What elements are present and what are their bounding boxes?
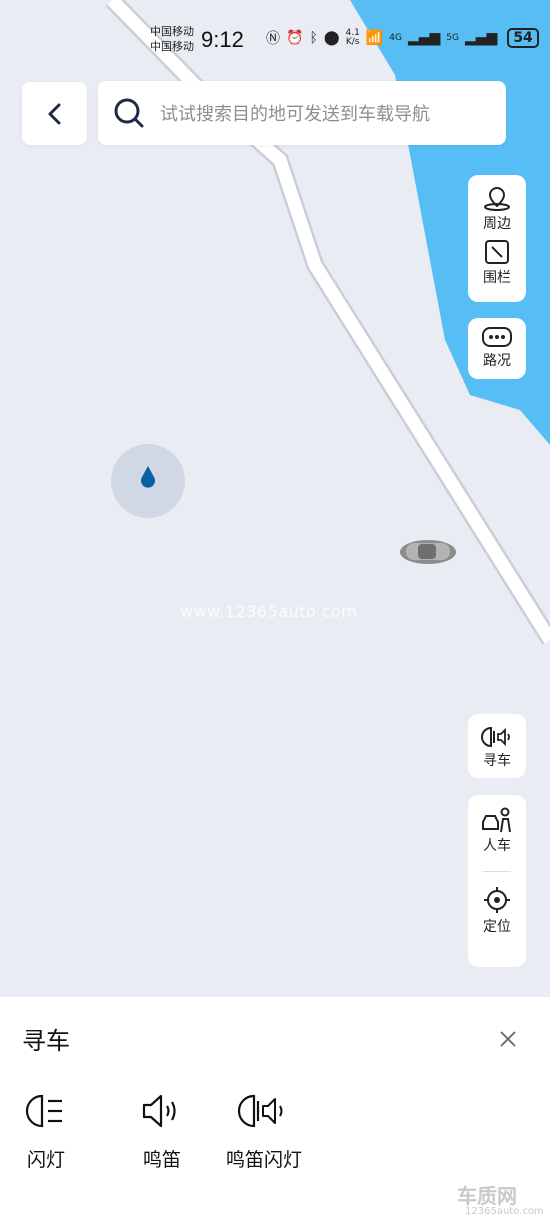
net-speed: 4.1 K/s bbox=[346, 29, 360, 47]
horn-flash-label: 鸣笛闪灯 bbox=[226, 1149, 303, 1171]
brand-site: 12365auto.com bbox=[465, 1206, 544, 1217]
close-icon bbox=[500, 1031, 516, 1047]
find-car-label: 寻车 bbox=[483, 753, 511, 769]
status-icons: Ⓝ ⏰ ᛒ ⬤ 4.1 K/s 📶 4G ▂▄▆ 5G ▂▄▆ 54 bbox=[266, 28, 539, 48]
carrier-2: 中国移动 bbox=[150, 40, 194, 53]
traffic-icon bbox=[482, 327, 512, 347]
search-bar[interactable]: 试试搜索目的地可发送到车载导航 bbox=[98, 81, 506, 145]
net-type-1: 4G bbox=[389, 33, 402, 43]
location-marker bbox=[111, 444, 185, 518]
panel-title: 寻车 bbox=[22, 1027, 70, 1055]
horn-flash-button[interactable]: 鸣笛闪灯 bbox=[226, 1093, 302, 1172]
status-bar: 中国移动 中国移动 9:12 Ⓝ ⏰ ᛒ ⬤ 4.1 K/s 📶 4G ▂▄▆ … bbox=[0, 0, 550, 80]
headlight-icon bbox=[25, 1094, 62, 1128]
clock: 9:12 bbox=[201, 27, 244, 52]
horn-icon bbox=[142, 1094, 176, 1128]
fence-button[interactable]: 围栏 bbox=[483, 239, 511, 287]
alarm-icon: ⏰ bbox=[286, 30, 304, 46]
pin-icon bbox=[484, 186, 510, 211]
divider bbox=[483, 871, 511, 872]
map-tools-card: 周边 围栏 bbox=[468, 175, 526, 302]
carrier-1: 中国移动 bbox=[150, 25, 194, 38]
person-car-icon bbox=[482, 807, 511, 833]
locate-tools-card: 人车 定位 bbox=[468, 795, 526, 967]
car-marker[interactable] bbox=[398, 533, 458, 571]
horn-flash-icon bbox=[481, 726, 510, 748]
brand-logo: 车质网 bbox=[457, 1184, 517, 1208]
traffic-label: 路况 bbox=[483, 353, 511, 369]
search-placeholder: 试试搜索目的地可发送到车载导航 bbox=[160, 104, 430, 125]
horn-label: 鸣笛 bbox=[142, 1149, 181, 1171]
horn-button[interactable]: 鸣笛 bbox=[140, 1093, 184, 1172]
fence-icon bbox=[485, 240, 509, 264]
nearby-label: 周边 bbox=[483, 216, 511, 232]
carrier-info: 中国移动 中国移动 bbox=[150, 24, 194, 54]
signal-icon-2: ▂▄▆ bbox=[465, 30, 498, 46]
location-icon: ⬤ bbox=[323, 30, 340, 46]
battery-indicator: 54 bbox=[507, 28, 539, 48]
signal-icon: ▂▄▆ bbox=[407, 30, 441, 46]
back-button[interactable] bbox=[22, 82, 87, 145]
bluetooth-icon: ᛒ bbox=[309, 30, 318, 46]
locate-button[interactable]: 定位 bbox=[483, 886, 511, 936]
horn-flash-icon bbox=[237, 1094, 283, 1128]
net-type-2: 5G bbox=[446, 33, 459, 43]
locate-label: 定位 bbox=[483, 919, 511, 935]
flash-lights-button[interactable]: 闪灯 bbox=[24, 1093, 68, 1172]
flash-lights-label: 闪灯 bbox=[26, 1149, 65, 1171]
person-car-button[interactable]: 人车 bbox=[481, 807, 513, 855]
search-icon bbox=[112, 96, 146, 130]
nfc-icon: Ⓝ bbox=[266, 31, 280, 47]
fence-label: 围栏 bbox=[483, 270, 511, 286]
back-arrow-icon bbox=[48, 103, 60, 124]
wifi-icon: 📶 bbox=[365, 30, 384, 46]
crosshair-icon bbox=[484, 887, 510, 913]
person-car-label: 人车 bbox=[483, 838, 511, 854]
close-button[interactable] bbox=[497, 1028, 519, 1050]
watermark: www.12365auto.com bbox=[180, 602, 358, 621]
net-speed-unit: K/s bbox=[345, 37, 360, 47]
find-car-button[interactable]: 寻车 bbox=[468, 714, 526, 778]
traffic-button[interactable]: 路况 bbox=[468, 318, 526, 379]
nearby-button[interactable]: 周边 bbox=[483, 185, 511, 233]
